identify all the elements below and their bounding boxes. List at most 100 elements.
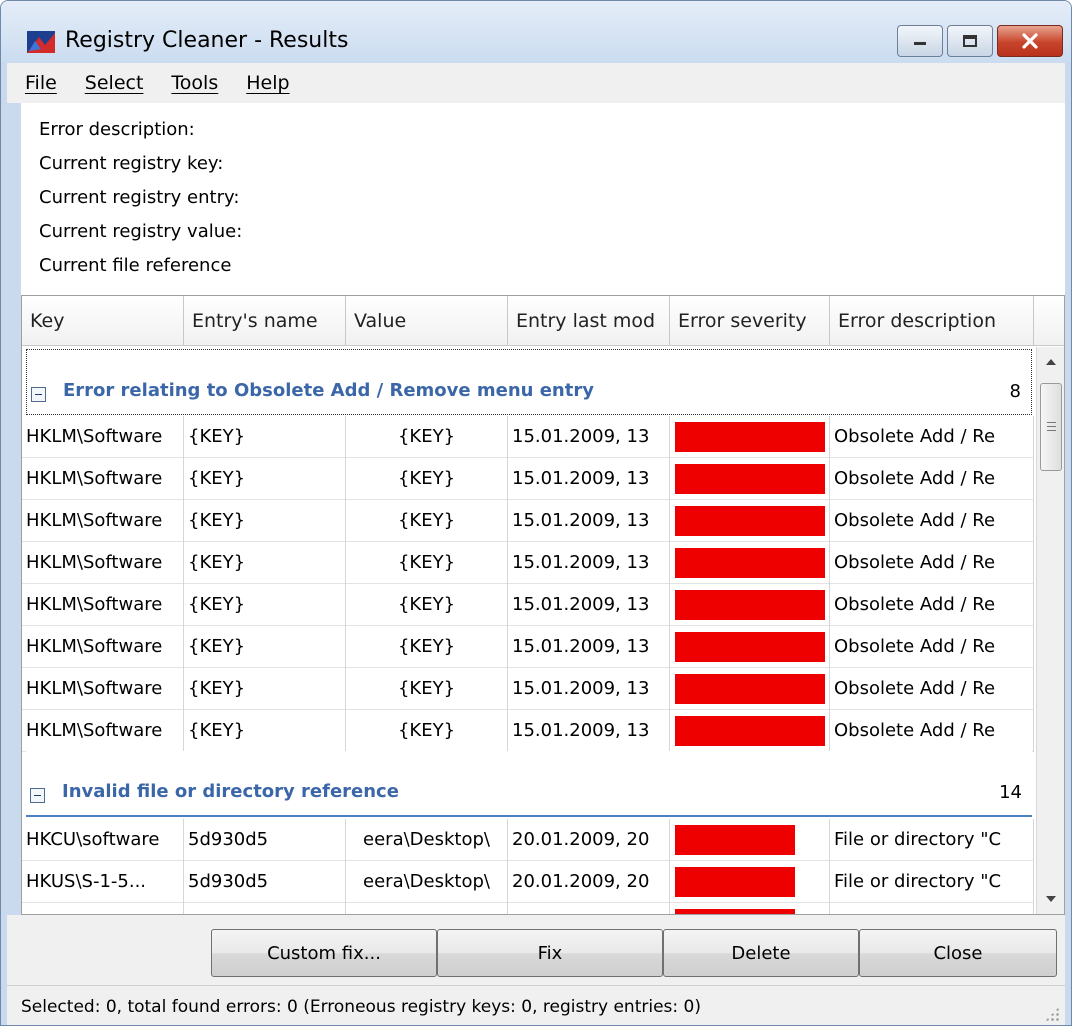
cell-error-description: File or directory "C [830, 819, 1034, 861]
minimize-icon [914, 42, 926, 45]
cell-key: HKCU\software [22, 903, 184, 914]
cell-key: HKCU\software [22, 819, 184, 861]
cell-entry-name: Path1 [184, 903, 346, 914]
cell-error-description: Obsolete Add / Re [830, 710, 1034, 752]
group-header-invalid-file-reference[interactable]: Invalid file or directory reference 14 [26, 751, 1032, 817]
cell-error-severity [670, 500, 830, 542]
scroll-down-button[interactable] [1037, 884, 1065, 914]
cell-value: eera\Desktop\ [346, 819, 508, 861]
maximize-button[interactable] [947, 25, 993, 57]
table-row[interactable]: HKUS\S-1-5... 5d930d5 eera\Desktop\ 20.01.2… [22, 861, 1034, 903]
table-row[interactable]: HKLM\Software {KEY} {KEY} 15.01.2009, 13 Obs… [22, 584, 1034, 626]
group-header-obsolete-entries[interactable]: Error relating to Obsolete Add / Remove … [26, 349, 1032, 415]
cell-key: HKLM\Software [22, 416, 184, 458]
window-title: Registry Cleaner - Results [65, 28, 349, 53]
maximize-icon [963, 35, 977, 47]
cell-value: {KEY} [346, 668, 508, 710]
column-header-entry-last-modified[interactable]: Entry last mod [508, 296, 670, 346]
grid-body: Error relating to Obsolete Add / Remove … [22, 347, 1034, 914]
column-header-key[interactable]: Key [22, 296, 184, 346]
severity-bar [675, 674, 825, 704]
cell-key: HKLM\Software [22, 458, 184, 500]
cell-error-description: Obsolete Add / Re [830, 542, 1034, 584]
cell-value: {KEY} [346, 626, 508, 668]
menu-tools[interactable]: Tools [169, 72, 220, 94]
table-row[interactable]: HKLM\Software {KEY} {KEY} 15.01.2009, 13 Obs… [22, 710, 1034, 752]
table-row[interactable]: HKLM\Software {KEY} {KEY} 15.01.2009, 13 Obs… [22, 500, 1034, 542]
minimize-button[interactable] [897, 25, 943, 57]
delete-button[interactable]: Delete [663, 929, 859, 977]
collapse-group-icon[interactable] [31, 387, 46, 402]
scrollbar-grip-icon [1047, 422, 1056, 434]
cell-error-severity [670, 668, 830, 710]
cell-error-severity [670, 626, 830, 668]
fix-button[interactable]: Fix [437, 929, 663, 977]
severity-bar [675, 909, 795, 914]
registry-cleaner-app-icon [25, 29, 57, 55]
table-row[interactable]: HKCU\software 5d930d5 eera\Desktop\ 20.01.2… [22, 819, 1034, 861]
severity-bar [675, 632, 825, 662]
table-row[interactable]: HKLM\Software {KEY} {KEY} 15.01.2009, 13 Obs… [22, 668, 1034, 710]
current-file-reference-label: Current file reference [39, 255, 232, 276]
cell-key: HKLM\Software [22, 710, 184, 752]
scroll-down-arrow-icon [1046, 896, 1056, 902]
title-bar[interactable]: Registry Cleaner - Results [1, 1, 1071, 63]
cell-last-modified: 15.01.2009, 13 [508, 416, 670, 458]
cell-entry-name: {KEY} [184, 458, 346, 500]
cell-last-modified: 15.01.2009, 13 [508, 584, 670, 626]
menu-bar: File Select Tools Help [7, 63, 1065, 103]
custom-fix-button[interactable]: Custom fix... [211, 929, 437, 977]
cell-last-modified: 15.01.2009, 13 [508, 710, 670, 752]
scrollbar-thumb[interactable] [1040, 383, 1062, 471]
cell-last-modified: 15.01.2009, 13 [508, 458, 670, 500]
severity-bar [675, 867, 795, 897]
table-row[interactable]: HKLM\Software {KEY} {KEY} 15.01.2009, 13 Obs… [22, 626, 1034, 668]
group-title: Invalid file or directory reference [62, 781, 399, 802]
close-button[interactable]: Close [859, 929, 1057, 977]
severity-bar [675, 716, 825, 746]
cell-error-description: Obsolete Add / Re [830, 416, 1034, 458]
table-row[interactable]: HKLM\Software {KEY} {KEY} 15.01.2009, 13 Obs… [22, 542, 1034, 584]
cell-error-description: Obsolete Add / Re [830, 584, 1034, 626]
collapse-group-icon[interactable] [30, 788, 45, 803]
details-panel: Error description: Current registry key:… [21, 103, 1065, 295]
cell-error-severity [670, 861, 830, 903]
severity-bar [675, 422, 825, 452]
column-header-error-severity[interactable]: Error severity [670, 296, 830, 346]
cell-key: HKLM\Software [22, 626, 184, 668]
close-window-button[interactable] [997, 25, 1063, 57]
registry-cleaner-window: Registry Cleaner - Results File Select T… [0, 0, 1072, 1026]
column-header-entry-name[interactable]: Entry's name [184, 296, 346, 346]
cell-entry-name: 5d930d5 [184, 861, 346, 903]
table-row[interactable]: HKCU\softwarePath1c:\subtitles15.01.2009… [22, 903, 1034, 914]
scroll-up-arrow-icon [1046, 359, 1056, 365]
table-row[interactable]: HKLM\Software {KEY} {KEY} 15.01.2009, 13 Obs… [22, 416, 1034, 458]
results-grid: Key Entry's name Value Entry last mod Er… [21, 295, 1065, 915]
table-row[interactable]: HKLM\Software {KEY} {KEY} 15.01.2009, 13 Obs… [22, 458, 1034, 500]
cell-entry-name: {KEY} [184, 416, 346, 458]
column-header-error-description[interactable]: Error description [830, 296, 1034, 346]
action-button-bar: Custom fix... Fix Delete Close [7, 915, 1065, 985]
grid-header: Key Entry's name Value Entry last mod Er… [22, 296, 1064, 346]
severity-bar [675, 825, 795, 855]
menu-file[interactable]: File [23, 72, 59, 94]
resize-grip-icon[interactable] [1045, 1007, 1059, 1021]
severity-bar [675, 506, 825, 536]
scroll-up-button[interactable] [1037, 347, 1065, 377]
cell-value: {KEY} [346, 542, 508, 584]
cell-key: HKLM\Software [22, 668, 184, 710]
cell-error-severity [670, 584, 830, 626]
cell-last-modified: 15.01.2009, 13 [508, 903, 670, 914]
column-header-value[interactable]: Value [346, 296, 508, 346]
status-text: Selected: 0, total found errors: 0 (Erro… [21, 997, 701, 1017]
cell-value: {KEY} [346, 710, 508, 752]
current-registry-entry-label: Current registry entry: [39, 187, 240, 208]
menu-select[interactable]: Select [83, 72, 146, 94]
cell-last-modified: 15.01.2009, 13 [508, 500, 670, 542]
cell-key: HKLM\Software [22, 584, 184, 626]
cell-error-severity [670, 416, 830, 458]
cell-error-description: File or directory "c [830, 903, 1034, 914]
cell-error-severity [670, 458, 830, 500]
vertical-scrollbar[interactable] [1036, 347, 1064, 914]
menu-help[interactable]: Help [244, 72, 291, 94]
